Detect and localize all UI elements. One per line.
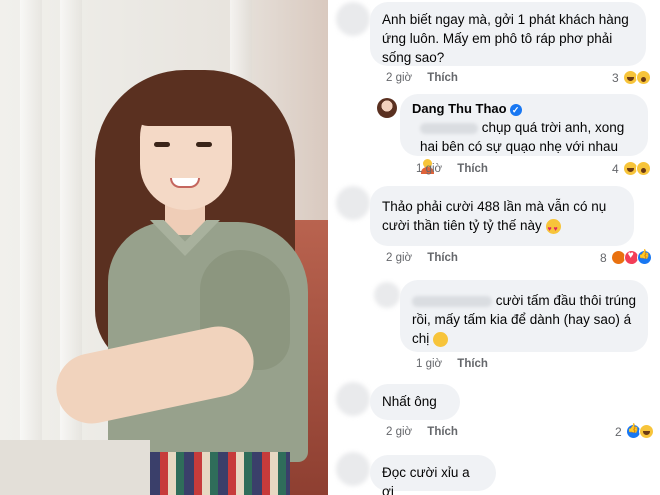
like-icon bbox=[636, 249, 652, 265]
commenter-avatar[interactable] bbox=[336, 452, 370, 486]
reaction-count: 4 bbox=[612, 161, 619, 176]
reaction-count: 8 bbox=[600, 250, 607, 265]
grimace-emoji-icon bbox=[433, 331, 449, 347]
portrait-photo bbox=[0, 0, 328, 495]
like-button[interactable]: Thích bbox=[457, 358, 488, 370]
commenter-avatar[interactable] bbox=[336, 186, 370, 220]
commenter-avatar[interactable] bbox=[336, 2, 370, 36]
comment-text: Đọc cười xỉu a ơi bbox=[382, 465, 470, 495]
comment-thread: Anh biết ngay mà, gởi 1 phát khách hàng … bbox=[330, 0, 660, 495]
reaction-summary[interactable]: 2 bbox=[615, 423, 654, 439]
reaction-summary[interactable]: 3 bbox=[612, 70, 651, 85]
comment-time[interactable]: 2 giờ bbox=[386, 252, 412, 264]
comment-bubble: Nhất ông bbox=[370, 384, 460, 420]
comment-text: Nhất ông bbox=[382, 394, 437, 409]
author-avatar[interactable] bbox=[377, 98, 397, 118]
wow-icon bbox=[635, 161, 651, 176]
comment-time[interactable]: 2 giờ bbox=[386, 426, 412, 438]
heart-eyes-emoji-icon bbox=[545, 218, 561, 239]
commenter-avatar[interactable] bbox=[336, 382, 370, 416]
comment-meta: 2 giờ Thích bbox=[386, 426, 458, 438]
comment-bubble: Đọc cười xỉu a ơi bbox=[370, 455, 496, 495]
like-button[interactable]: Thích bbox=[457, 163, 488, 175]
comment-text: Anh biết ngay mà, gởi 1 phát khách hàng … bbox=[382, 12, 629, 65]
verified-badge-icon: ✓ bbox=[509, 103, 522, 116]
comment-text: Thảo phải cười 488 lần mà vẫn có nụ cười… bbox=[382, 199, 607, 233]
reaction-summary[interactable]: 4 bbox=[612, 161, 651, 176]
comment-bubble: Anh biết ngay mà, gởi 1 phát khách hàng … bbox=[370, 2, 646, 66]
blurred-tag bbox=[420, 122, 478, 134]
comment-time[interactable]: 2 giờ bbox=[386, 72, 412, 84]
author-name[interactable]: Dang Thu Thao bbox=[412, 101, 507, 116]
comment-time[interactable]: 1 giờ bbox=[416, 163, 442, 175]
comment-meta: 2 giờ Thích bbox=[386, 252, 458, 264]
like-button[interactable]: Thích bbox=[427, 72, 458, 84]
reaction-summary[interactable]: 8 bbox=[600, 249, 652, 265]
reaction-count: 2 bbox=[615, 424, 622, 439]
comment-bubble: Thảo phải cười 488 lần mà vẫn có nụ cười… bbox=[370, 186, 634, 246]
comment-time[interactable]: 1 giờ bbox=[416, 358, 442, 370]
reaction-count: 3 bbox=[612, 70, 619, 85]
reply-bubble: cười tấm đầu thôi trúng rồi, mấy tấm kia… bbox=[400, 280, 648, 352]
reply-bubble: Dang Thu Thao ✓ chụp quá trời anh, xong h… bbox=[400, 94, 648, 174]
haha-icon bbox=[638, 424, 654, 439]
blurred-tag bbox=[412, 295, 492, 307]
commenter-avatar[interactable] bbox=[374, 282, 400, 308]
comment-meta: 2 giờ Thích bbox=[386, 72, 458, 84]
comment-meta: 1 giờ Thích bbox=[416, 358, 488, 370]
like-button[interactable]: Thích bbox=[427, 426, 458, 438]
comment-meta: 1 giờ Thích bbox=[416, 163, 488, 175]
wow-icon bbox=[635, 70, 651, 85]
like-button[interactable]: Thích bbox=[427, 252, 458, 264]
